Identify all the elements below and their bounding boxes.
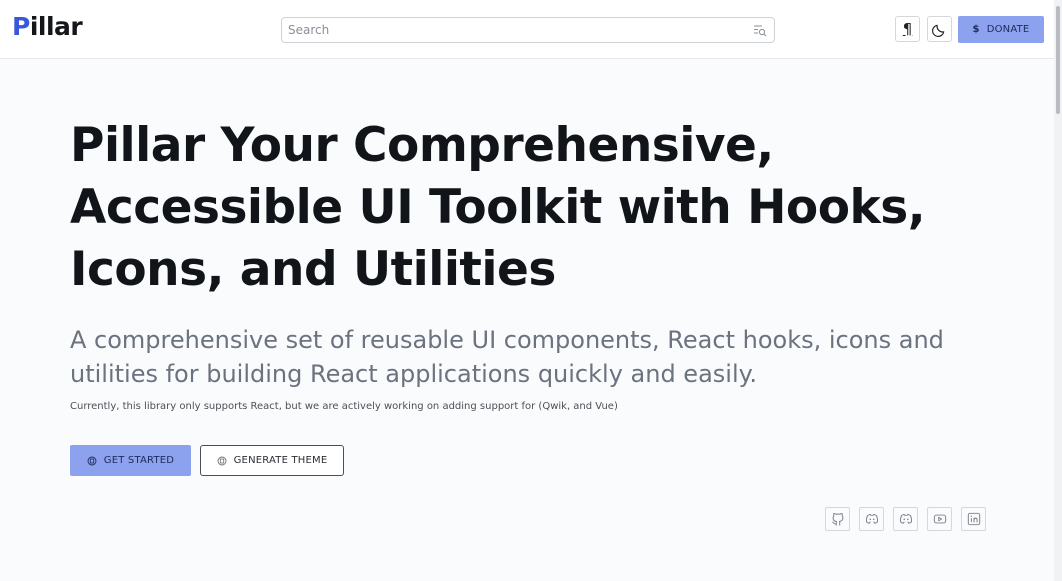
support-note: Currently, this library only supports Re…	[70, 401, 618, 412]
donate-button[interactable]: $ DONATE	[958, 16, 1044, 43]
moon-icon	[932, 24, 945, 37]
linkedin-link[interactable]	[961, 507, 986, 531]
book-icon	[87, 456, 97, 465]
get-started-label: GET STARTED	[103, 455, 175, 466]
github-link[interactable]	[825, 507, 850, 531]
youtube-link[interactable]	[927, 507, 952, 531]
search-icon[interactable]	[753, 23, 767, 37]
donate-label: DONATE	[986, 24, 1030, 35]
hero-title: Pillar Your Comprehensive, Accessible UI…	[70, 118, 926, 297]
site-header: Pillar ¶ $ DONATE	[0, 0, 1062, 59]
language-button[interactable]: ¶	[895, 16, 920, 42]
hero-subtitle: A comprehensive set of reusable UI compo…	[70, 326, 944, 388]
search-box[interactable]	[281, 17, 775, 43]
get-started-button[interactable]: GET STARTED	[70, 445, 191, 476]
generate-theme-label: GENERATE THEME	[233, 455, 328, 466]
discord-link[interactable]	[859, 507, 884, 531]
linkedin-icon	[967, 512, 980, 526]
scroll-thumb[interactable]	[1056, 6, 1060, 114]
theme-toggle-button[interactable]	[927, 16, 952, 42]
palette-icon	[217, 456, 227, 465]
logo[interactable]: Pillar	[12, 12, 83, 41]
search-input[interactable]	[282, 18, 742, 42]
paragraph-icon: ¶	[902, 19, 913, 38]
discord-icon	[899, 513, 912, 524]
discord-link-2[interactable]	[893, 507, 918, 531]
dollar-icon: $	[972, 24, 980, 35]
page-scrollbar[interactable]	[1054, 0, 1062, 581]
generate-theme-button[interactable]: GENERATE THEME	[200, 445, 344, 476]
discord-icon	[865, 513, 878, 524]
github-icon	[831, 512, 843, 526]
youtube-icon	[933, 514, 946, 524]
